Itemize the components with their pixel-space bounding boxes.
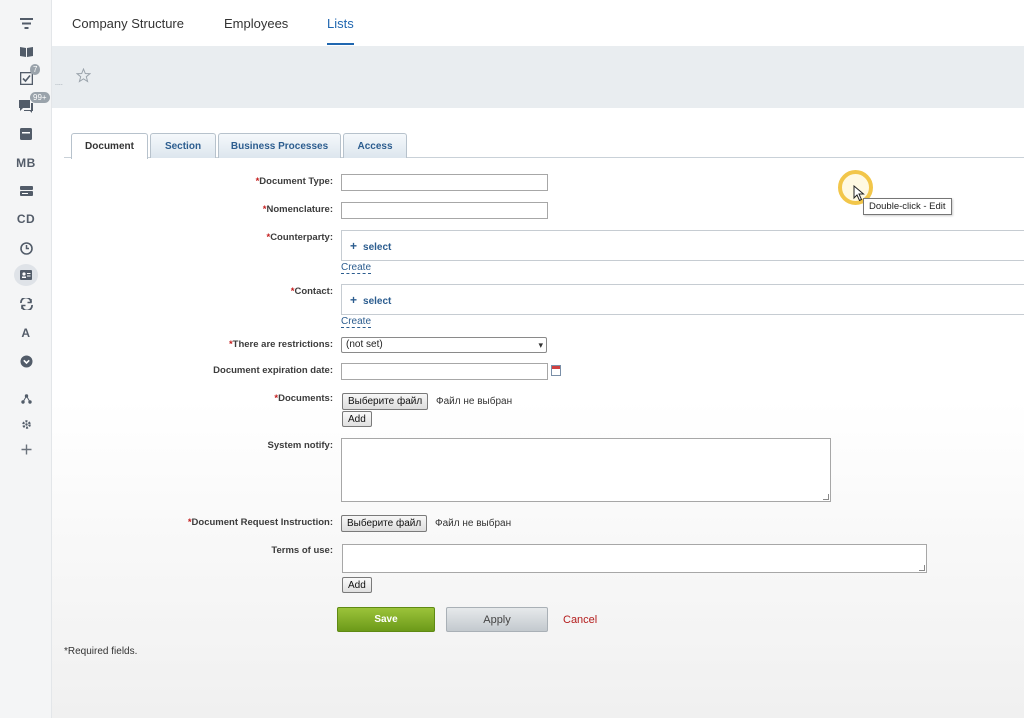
sitemap-icon[interactable] [0, 388, 52, 410]
counterparty-label: *Counterparty: [266, 232, 333, 243]
tab-business-processes[interactable]: Business Processes [218, 133, 341, 158]
add-icon[interactable] [0, 438, 52, 460]
menu-filter-icon[interactable] [0, 12, 52, 34]
contact-select-link[interactable]: + select [350, 293, 391, 307]
tab-document[interactable]: Document [71, 133, 148, 159]
save-button[interactable]: Save [337, 607, 435, 632]
documents-label: *Documents: [274, 393, 333, 404]
nomenclature-input[interactable] [341, 202, 548, 219]
resize-grip-icon[interactable] [919, 565, 925, 571]
page-title-bar: .... [52, 46, 1024, 108]
calendar-icon[interactable] [551, 365, 561, 376]
nav-company-structure[interactable]: Company Structure [72, 16, 184, 31]
resize-grip-icon[interactable] [823, 494, 829, 500]
gear-icon[interactable] [0, 413, 52, 435]
instruction-choose-file-button[interactable]: Выберите файл [341, 515, 428, 532]
book-icon[interactable] [0, 40, 52, 62]
document-type-label: *Document Type: [255, 176, 333, 187]
expiration-date-label: Document expiration date: [213, 365, 333, 376]
tab-access[interactable]: Access [343, 133, 407, 158]
restrictions-selected-value: (not set) [346, 339, 383, 350]
required-fields-note: *Required fields. [64, 646, 138, 657]
nav-lists[interactable]: Lists [327, 16, 354, 31]
contact-selector: + select [341, 284, 1024, 315]
counterparty-selector: + select [341, 230, 1024, 261]
drive-icon[interactable] [0, 180, 52, 202]
contact-label: *Contact: [290, 286, 333, 297]
clock-icon[interactable] [0, 237, 52, 259]
terms-of-use-textarea[interactable] [342, 544, 927, 573]
nomenclature-label: *Nomenclature: [262, 204, 333, 215]
tasks-icon[interactable]: 7 [0, 64, 52, 89]
page-title: .... [55, 80, 63, 87]
sync-icon[interactable] [0, 293, 52, 315]
instruction-file-status: Файл не выбран [435, 518, 512, 529]
system-notify-label: System notify: [267, 440, 333, 451]
counterparty-create-link[interactable]: Create [341, 262, 372, 274]
document-type-input[interactable] [341, 174, 548, 191]
system-notify-textarea[interactable] [341, 438, 831, 502]
counterparty-select-link[interactable]: + select [350, 239, 391, 253]
star-icon[interactable] [75, 67, 92, 88]
instruction-label: *Document Request Instruction: [187, 517, 333, 528]
tooltip: Double-click - Edit [863, 198, 952, 215]
documents-file-status: Файл не выбран [436, 396, 513, 407]
chat-badge: 99+ [30, 92, 50, 103]
documents-choose-file-button[interactable]: Выберите файл [342, 393, 429, 410]
tab-section[interactable]: Section [150, 133, 216, 158]
cancel-button[interactable]: Cancel [563, 614, 597, 626]
nav-employees[interactable]: Employees [224, 16, 288, 31]
feed-icon[interactable] [0, 123, 52, 145]
contact-card-icon[interactable] [0, 264, 52, 286]
tasks-badge: 7 [30, 64, 41, 75]
terms-of-use-label: Terms of use: [271, 545, 333, 556]
expiration-date-input[interactable] [341, 363, 548, 380]
chevron-down-icon: ▾ [538, 340, 543, 350]
chat-icon[interactable]: 99+ [0, 92, 52, 117]
active-nav-underline [327, 43, 354, 45]
restrictions-label: *There are restrictions: [228, 339, 333, 350]
sidebar-item-a[interactable]: A [0, 322, 52, 344]
documents-add-button[interactable]: Add [342, 411, 372, 427]
left-sidebar: 7 99+ MB CD A [0, 0, 52, 718]
sidebar-item-cd[interactable]: CD [0, 208, 52, 230]
sidebar-item-mb[interactable]: MB [0, 152, 52, 174]
top-navigation [52, 0, 1024, 46]
terms-add-button[interactable]: Add [342, 577, 372, 593]
chevron-circle-icon[interactable] [0, 350, 52, 372]
restrictions-select[interactable]: (not set) ▾ [341, 337, 547, 353]
contact-create-link[interactable]: Create [341, 316, 372, 328]
apply-button[interactable]: Apply [446, 607, 548, 632]
